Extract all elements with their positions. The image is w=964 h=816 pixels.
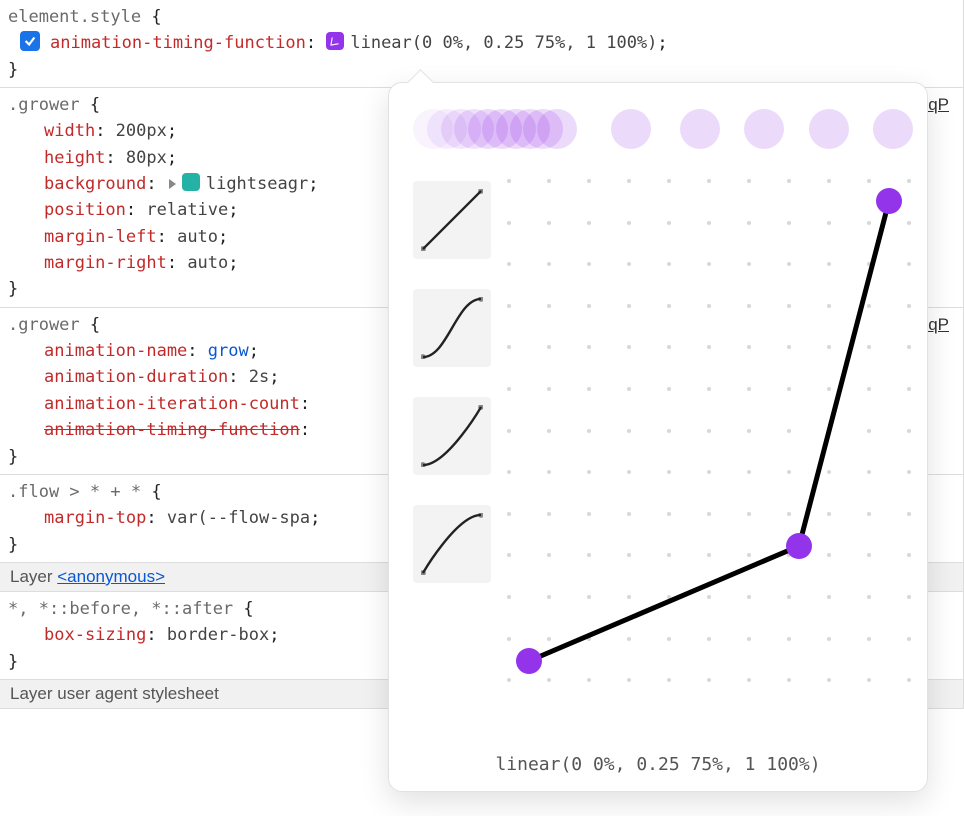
preview-dot: [809, 109, 849, 149]
animation-preview-row: [413, 107, 903, 151]
preview-dot: [873, 109, 913, 149]
css-property-name[interactable]: position: [44, 200, 126, 220]
preview-dot: [744, 109, 784, 149]
css-selector[interactable]: .grower: [8, 315, 80, 335]
css-property-name[interactable]: background: [44, 174, 146, 194]
css-selector[interactable]: *, *::before, *::after: [8, 599, 233, 619]
layer-label: Layer user agent stylesheet: [10, 684, 219, 703]
css-property-value[interactable]: border-box: [167, 625, 269, 645]
layer-label: Layer: [10, 567, 57, 586]
css-property-value[interactable]: 200px: [116, 121, 167, 141]
css-property-name[interactable]: width: [44, 121, 95, 141]
css-property-name[interactable]: margin-left: [44, 227, 157, 247]
preview-dot: [537, 109, 577, 149]
css-property-name[interactable]: height: [44, 148, 105, 168]
easing-value-text: linear(0 0%, 0.25 75%, 1 100%): [389, 754, 927, 775]
css-selector[interactable]: element.style: [8, 7, 141, 27]
css-property-value[interactable]: 80px: [126, 148, 167, 168]
preview-dot: [611, 109, 651, 149]
preview-dot: [680, 109, 720, 149]
easing-curve-editor[interactable]: [509, 181, 909, 681]
css-property-value[interactable]: grow: [208, 341, 249, 361]
css-selector[interactable]: .flow > * + *: [8, 482, 141, 502]
css-property-value[interactable]: auto: [187, 253, 228, 273]
easing-curve-canvas[interactable]: [509, 181, 909, 681]
css-declaration[interactable]: animation-timing-function: linear(0 0%, …: [8, 30, 955, 56]
easing-editor-popover[interactable]: linear(0 0%, 0.25 75%, 1 100%): [388, 82, 928, 792]
css-property-name[interactable]: animation-name: [44, 341, 187, 361]
easing-swatch-icon[interactable]: [326, 32, 344, 50]
css-property-name[interactable]: animation-duration: [44, 367, 228, 387]
easing-preset-linear[interactable]: [413, 181, 491, 259]
css-rule-block: element.style { animation-timing-functio…: [0, 0, 963, 88]
css-property-value[interactable]: linear(0 0%, 0.25 75%, 1 100%): [350, 33, 657, 53]
easing-presets-list: [413, 181, 491, 583]
css-selector[interactable]: .grower: [8, 95, 80, 115]
easing-preset-ease-in-out[interactable]: [413, 289, 491, 367]
css-property-value[interactable]: var(--flow-spa: [167, 508, 310, 528]
curve-control-point[interactable]: [786, 533, 812, 559]
css-property-name[interactable]: animation-iteration-count: [44, 394, 300, 414]
easing-preset-ease-in[interactable]: [413, 397, 491, 475]
curve-control-point[interactable]: [516, 648, 542, 674]
easing-preset-ease-out[interactable]: [413, 505, 491, 583]
css-property-value[interactable]: relative: [146, 200, 228, 220]
css-property-value[interactable]: 2s: [249, 367, 269, 387]
css-property-name[interactable]: animation-timing-function: [44, 420, 300, 440]
css-property-name[interactable]: box-sizing: [44, 625, 146, 645]
property-toggle-checkbox[interactable]: [20, 31, 40, 51]
css-property-name[interactable]: margin-right: [44, 253, 167, 273]
curve-control-point[interactable]: [876, 188, 902, 214]
css-property-value[interactable]: auto: [177, 227, 218, 247]
css-property-name[interactable]: animation-timing-function: [50, 33, 306, 53]
css-property-name[interactable]: margin-top: [44, 508, 146, 528]
color-swatch-icon[interactable]: [182, 173, 200, 191]
css-property-value[interactable]: lightseagr: [206, 174, 308, 194]
layer-link[interactable]: <anonymous>: [57, 567, 165, 586]
expand-value-icon[interactable]: [169, 179, 176, 189]
